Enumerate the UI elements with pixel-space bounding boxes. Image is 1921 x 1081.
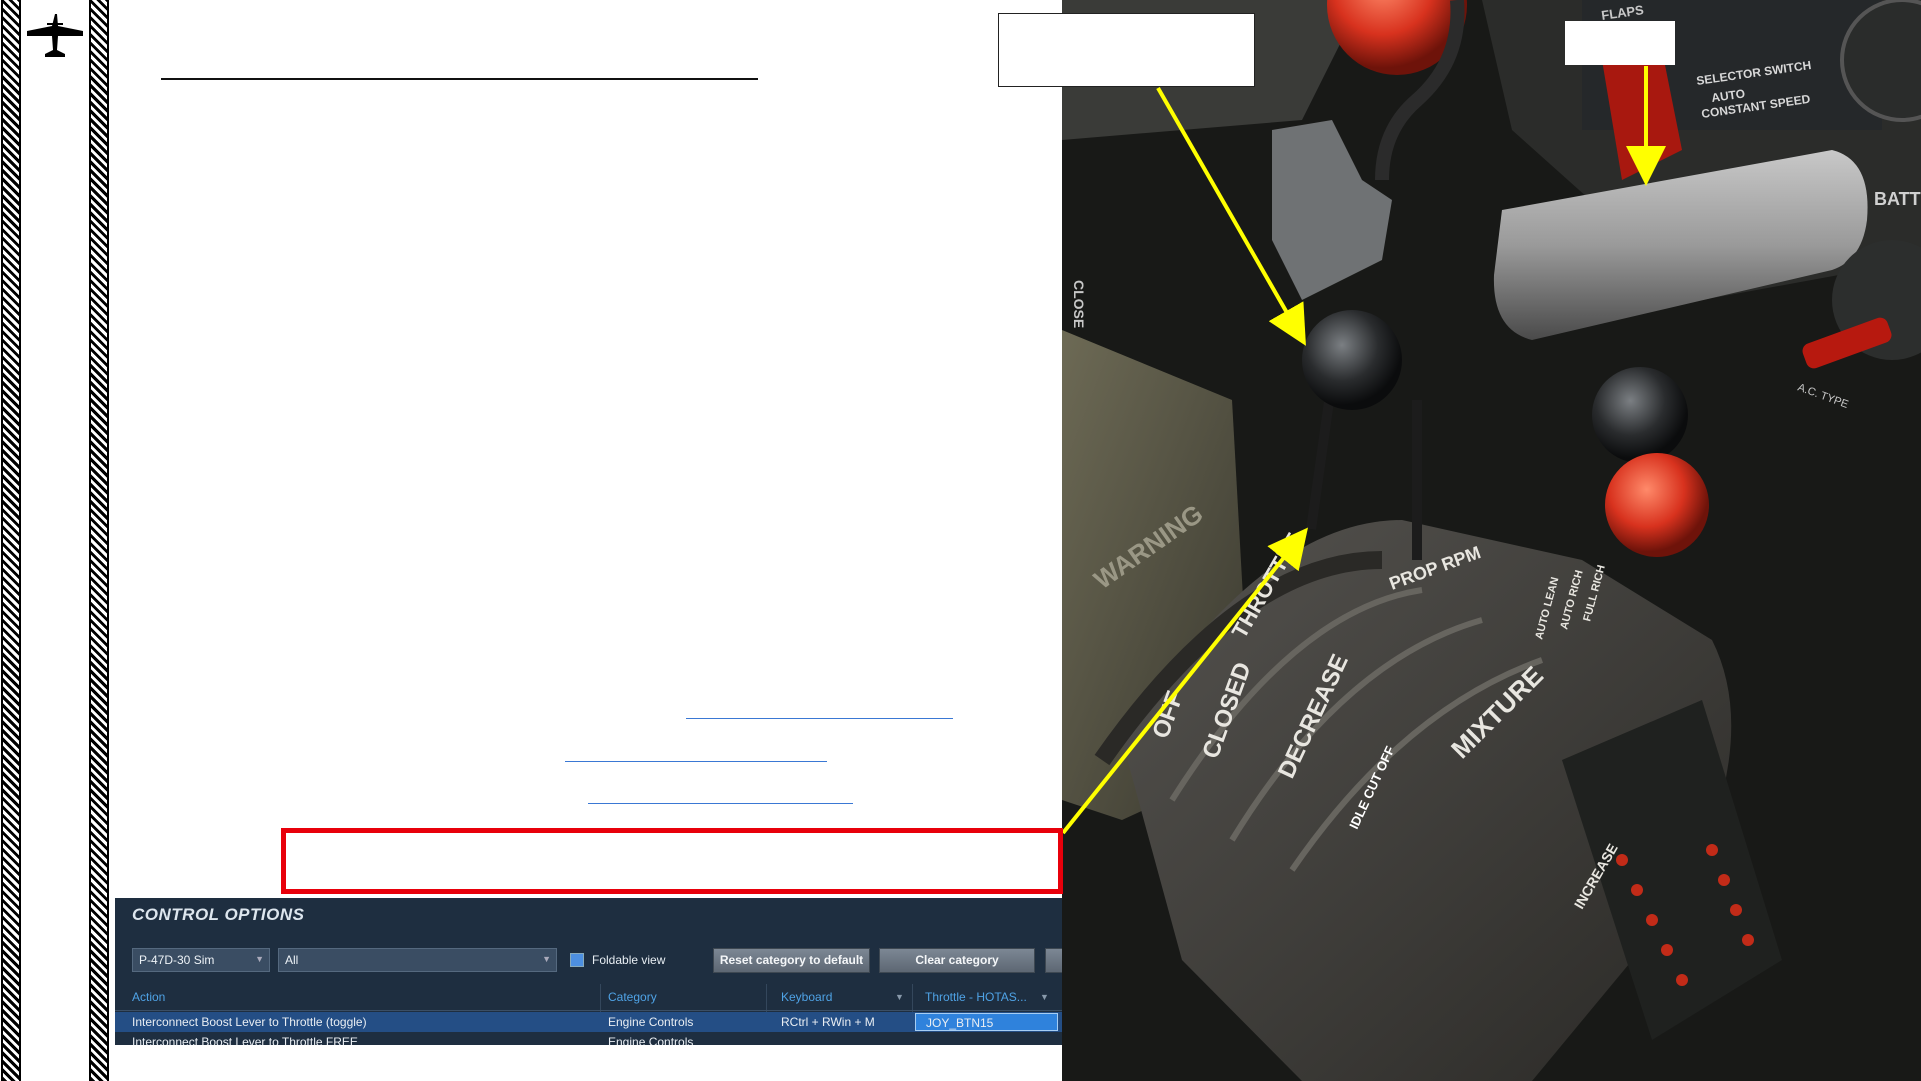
chevron-down-icon: ▼ [542,954,551,964]
link-underline-2[interactable] [565,761,827,762]
red-highlight-box [281,828,1063,894]
row-device: JOY_BTN15 [926,1016,994,1030]
control-options-title: CONTROL OPTIONS [132,905,305,924]
table-row[interactable]: Interconnect Boost Lever to Throttle (to… [115,1012,1062,1032]
link-underline-3[interactable] [588,803,853,804]
category-filter-select[interactable]: All ▼ [278,948,557,972]
chevron-down-icon: ▼ [1040,992,1049,1002]
chevron-down-icon: ▼ [895,992,904,1002]
control-options-panel: CONTROL OPTIONS P-47D-30 Sim ▼ All ▼ Fol… [115,898,1062,1045]
row-action: Interconnect Boost Lever to Throttle (to… [132,1015,367,1029]
foldable-view-label: Foldable view [592,953,666,967]
aircraft-select[interactable]: P-47D-30 Sim ▼ [132,948,270,972]
clear-category-button[interactable]: Clear category [879,948,1035,973]
column-header-category[interactable]: Category [608,990,657,1004]
left-border-stripe [1,0,21,1081]
row-category: Engine Controls [608,1015,694,1029]
close-label: CLOSE [1071,280,1087,328]
table-row[interactable]: Interconnect Boost Lever to Throttle FRE… [115,1032,1062,1045]
row-action: Interconnect Boost Lever to Throttle FRE… [132,1035,358,1045]
callout-label-box-left [998,13,1255,87]
column-header-action[interactable]: Action [132,990,165,1004]
callout-label-box-right [1565,21,1675,65]
row-keyboard[interactable]: RCtrl + RWin + M [781,1015,875,1029]
batt-label: BATT [1874,189,1921,209]
column-header-device[interactable]: Throttle - HOTAS... [925,990,1027,1004]
aircraft-select-value: P-47D-30 Sim [139,953,215,967]
row-category: Engine Controls [608,1035,694,1045]
chevron-down-icon: ▼ [255,954,264,964]
column-header-keyboard[interactable]: Keyboard [781,990,832,1004]
foldable-view-checkbox[interactable] [570,953,584,967]
row-device-binding-cell[interactable]: JOY_BTN15 [915,1013,1058,1031]
airplane-silhouette-icon [25,12,85,66]
reset-category-button[interactable]: Reset category to default [713,948,870,973]
cockpit-throttle-quadrant-photo: SELECTOR SWITCH AUTO CONSTANT SPEED WARN… [1062,0,1921,1081]
header-separator [115,1010,1062,1011]
category-filter-value: All [285,953,299,967]
link-underline-1[interactable] [686,718,953,719]
more-options-button[interactable] [1045,948,1062,973]
inner-border-stripe [89,0,109,1081]
title-underline [161,78,758,80]
